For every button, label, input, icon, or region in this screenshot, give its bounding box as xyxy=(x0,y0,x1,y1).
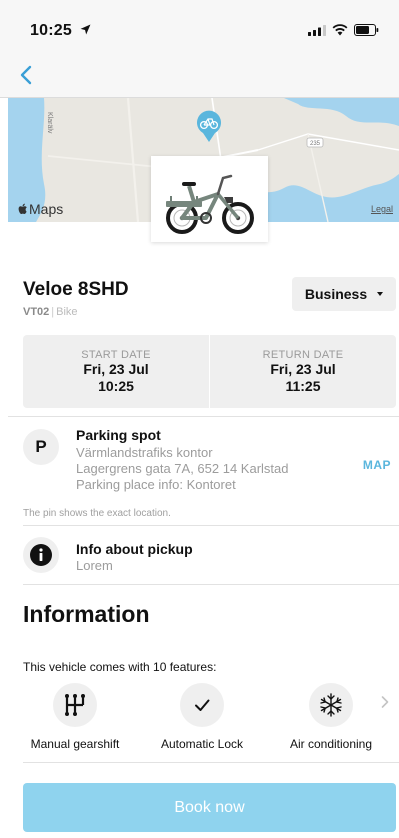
back-button[interactable] xyxy=(16,62,40,88)
cargo-bike-illustration xyxy=(166,174,254,234)
gearshift-icon xyxy=(65,694,85,716)
parking-spot-info: Parking place info: Kontoret xyxy=(76,477,236,492)
features-next-button[interactable] xyxy=(380,694,390,710)
return-time-value: 11:25 xyxy=(285,377,321,394)
battery-icon xyxy=(354,24,379,36)
feature-icon-container xyxy=(309,683,353,727)
start-time-value: 10:25 xyxy=(98,377,134,394)
divider xyxy=(23,762,399,763)
navigation-bar xyxy=(0,52,399,98)
vehicle-name: Veloe 8SHD xyxy=(23,279,129,300)
vehicle-code: VT02 xyxy=(23,306,50,318)
pin-location-note: The pin shows the exact location. xyxy=(23,508,171,519)
chevron-right-icon xyxy=(381,696,389,708)
chevron-left-icon xyxy=(20,65,32,85)
divider xyxy=(23,584,399,585)
clock-time: 10:25 xyxy=(30,22,72,39)
maps-label: Maps xyxy=(29,201,64,217)
maps-legal-link[interactable]: Legal xyxy=(371,204,393,214)
vehicle-subtitle: VT02 | Bike xyxy=(23,306,78,318)
info-icon-container xyxy=(23,537,59,573)
parking-spot-title: Parking spot xyxy=(76,427,161,443)
feature-label: Automatic Lock xyxy=(160,737,244,751)
plan-dropdown-label: Business xyxy=(304,286,368,302)
feature-label: Air conditioning xyxy=(289,737,373,751)
features-intro: This vehicle comes with 10 features: xyxy=(23,660,217,674)
status-icons xyxy=(308,24,379,36)
location-arrow-icon xyxy=(80,24,91,35)
feature-icon-container xyxy=(53,683,97,727)
rental-dates: START DATE Fri, 23 Jul 10:25 RETURN DATE… xyxy=(23,335,396,408)
vehicle-type: Bike xyxy=(56,306,78,318)
parking-spot-line: Värmlandstrafiks kontor xyxy=(76,445,213,460)
feature-automatic-lock: Automatic Lock xyxy=(149,683,255,751)
wifi-icon xyxy=(332,24,348,36)
return-date-label: RETURN DATE xyxy=(262,348,344,361)
status-time: 10:25 xyxy=(30,22,91,40)
info-icon xyxy=(30,544,52,566)
snowflake-icon xyxy=(320,693,342,717)
parking-spot-address: Lagergrens gata 7A, 652 14 Karlstad xyxy=(76,461,289,476)
plan-dropdown[interactable]: Business xyxy=(292,277,396,311)
start-date-value: Fri, 23 Jul xyxy=(83,361,149,378)
road-marker-label: 235 xyxy=(310,141,321,147)
start-date-field[interactable]: START DATE Fri, 23 Jul 10:25 xyxy=(23,335,209,408)
cellular-signal-icon xyxy=(308,24,326,36)
apple-maps-logo: Maps xyxy=(18,201,63,217)
feature-icon-container xyxy=(180,683,224,727)
apple-logo-icon xyxy=(18,203,27,214)
pickup-info-subtitle: Lorem xyxy=(76,558,113,573)
divider xyxy=(23,525,399,526)
checkmark-icon xyxy=(195,699,210,711)
book-now-button[interactable]: Book now xyxy=(23,783,396,832)
information-heading: Information xyxy=(23,601,150,627)
divider xyxy=(8,416,399,417)
return-date-value: Fri, 23 Jul xyxy=(270,361,336,378)
feature-label: Manual gearshift xyxy=(30,737,120,751)
vehicle-image xyxy=(151,156,268,242)
status-bar: 10:25 xyxy=(0,0,399,52)
bike-pin-icon xyxy=(197,110,221,142)
street-label: Klarälv xyxy=(46,112,53,134)
start-date-label: START DATE xyxy=(81,348,151,361)
map-link[interactable]: MAP xyxy=(363,458,391,472)
vehicle-subtitle-separator: | xyxy=(51,306,55,318)
feature-manual-gearshift: Manual gearshift xyxy=(22,683,128,751)
pickup-info-title: Info about pickup xyxy=(76,541,193,557)
feature-air-conditioning: Air conditioning xyxy=(278,683,384,751)
parking-icon-letter: P xyxy=(35,437,47,456)
parking-icon: P xyxy=(23,429,59,465)
caret-down-icon xyxy=(377,292,384,296)
map-pin-bike[interactable] xyxy=(194,108,224,144)
return-date-field[interactable]: RETURN DATE Fri, 23 Jul 11:25 xyxy=(209,335,396,408)
